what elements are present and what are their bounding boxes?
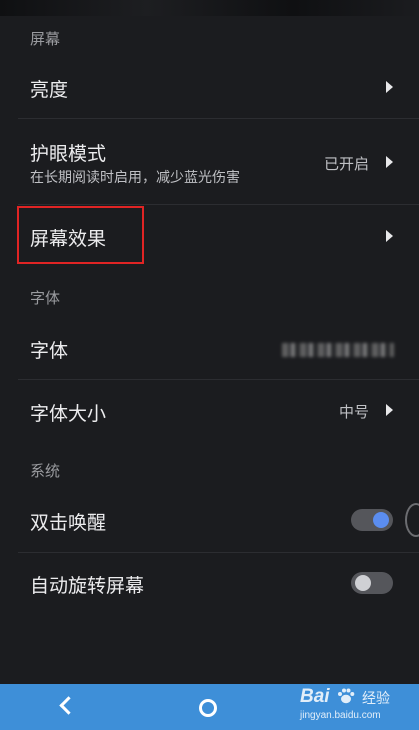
section-header-system: 系统: [30, 462, 61, 480]
top-banner-strip: [0, 0, 419, 16]
watermark-url: jingyan.baidu.com: [300, 710, 381, 721]
row-label: 亮度: [30, 79, 69, 101]
row-label: 护眼模式: [30, 143, 107, 165]
chevron-right-icon: [386, 81, 393, 93]
row-auto-rotate[interactable]: 自动旋转屏幕: [0, 553, 419, 615]
floating-ring-icon: [405, 503, 419, 537]
font-size-value: 中号: [338, 403, 369, 421]
row-label: 字体大小: [30, 403, 107, 425]
settings-screen: 屏幕 亮度 护眼模式 在长期阅读时启用，减少蓝光伤害 已开启 屏幕效果 字体 字…: [0, 16, 419, 684]
watermark-suffix: 经验: [362, 691, 390, 707]
font-name-value-blurred: [282, 343, 394, 357]
row-brightness[interactable]: 亮度: [0, 56, 419, 118]
row-label: 字体: [30, 340, 69, 362]
chevron-right-icon: [386, 404, 393, 416]
back-icon[interactable]: [59, 696, 78, 715]
row-subtitle: 在长期阅读时启用，减少蓝光伤害: [30, 170, 240, 186]
toggle-knob: [373, 512, 389, 528]
row-double-tap-wake[interactable]: 双击唤醒: [0, 488, 419, 552]
row-label: 自动旋转屏幕: [30, 575, 145, 597]
bottom-nav-bar: Bai 经验 jingyan.baidu.com: [0, 684, 419, 730]
eye-care-status: 已开启: [323, 155, 369, 173]
watermark-brand: Bai: [300, 686, 330, 707]
section-header-screen: 屏幕: [30, 30, 61, 48]
chevron-right-icon: [386, 230, 393, 242]
chevron-right-icon: [386, 156, 393, 168]
paw-logo-icon: [338, 688, 355, 704]
red-highlight-annotation: [17, 206, 144, 264]
row-eye-care-mode[interactable]: 护眼模式 在长期阅读时启用，减少蓝光伤害 已开启: [0, 119, 419, 189]
row-label: 双击唤醒: [30, 512, 107, 534]
row-font[interactable]: 字体: [0, 315, 419, 379]
row-font-size[interactable]: 字体大小 中号: [0, 380, 419, 442]
toggle-knob: [355, 575, 371, 591]
section-header-font: 字体: [30, 289, 61, 307]
double-tap-wake-toggle[interactable]: [351, 509, 393, 531]
home-icon[interactable]: [199, 699, 217, 717]
auto-rotate-toggle[interactable]: [351, 572, 393, 594]
